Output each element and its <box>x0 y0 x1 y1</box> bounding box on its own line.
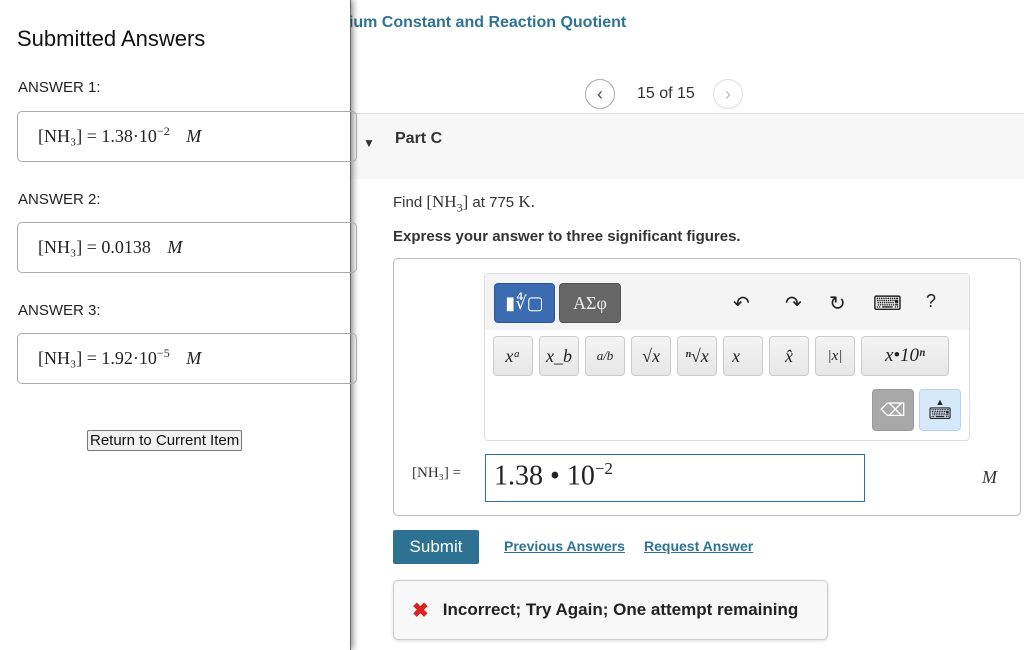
templates-mode-button[interactable]: ▮∜▢ <box>494 283 555 323</box>
chevron-right-icon: › <box>724 83 731 104</box>
part-header[interactable]: ▼ Part C <box>300 113 1024 179</box>
delete-button[interactable]: ⌫ <box>872 389 914 431</box>
pager: ‹ 15 of 15 › <box>585 79 743 109</box>
answer-label: ANSWER 2: <box>18 191 101 208</box>
feedback-message: ✖ Incorrect; Try Again; One attempt rema… <box>393 580 828 640</box>
templates-icon: ▮∜▢ <box>505 292 544 313</box>
question-text: Find [NH3] at 775 K. <box>393 192 535 215</box>
nth-root-button[interactable]: ⁿ√x <box>677 336 717 376</box>
part-label: Part C <box>395 130 443 147</box>
previous-item-button[interactable]: ‹ <box>585 79 615 109</box>
subscript-button[interactable]: x_b <box>539 336 579 376</box>
answer-label: ANSWER 3: <box>18 302 101 319</box>
chevron-left-icon: ‹ <box>597 83 603 104</box>
equation-label: [NH₃] = <box>412 465 462 481</box>
feedback-text: Incorrect; Try Again; One attempt remain… <box>442 600 799 619</box>
submitted-answers-panel: Submitted Answers ANSWER 1: [NH₃] = 1.38… <box>0 0 357 650</box>
toggle-keyboard-button[interactable]: ▲ ⌨ <box>919 389 961 431</box>
submit-button[interactable]: Submit <box>393 530 479 564</box>
panel-title: Submitted Answers <box>17 26 206 51</box>
absolute-value-button[interactable]: |x| <box>815 336 855 376</box>
answer-value-box: [NH₃] = 0.0138 M <box>17 222 357 273</box>
math-editor: ▮∜▢ ΑΣφ ↶ ↷ ↻ ⌨ ? xᵃ x_b a/b √x ⁿ√x x⃗ x… <box>484 273 970 441</box>
reset-icon[interactable]: ↻ <box>829 291 846 316</box>
answer-label: ANSWER 1: <box>18 79 101 96</box>
scientific-notation-button[interactable]: x•10ⁿ <box>861 336 949 376</box>
square-root-button[interactable]: √x <box>631 336 671 376</box>
fraction-button[interactable]: a/b <box>585 336 625 376</box>
answer-value-box: [NH₃] = 1.38·10−2 M <box>17 111 357 162</box>
answer-input[interactable]: 1.38 • 10−2 <box>485 454 865 502</box>
redo-icon[interactable]: ↷ <box>785 291 802 316</box>
vector-button[interactable]: x⃗ <box>723 336 763 376</box>
previous-answers-link[interactable]: Previous Answers <box>504 538 625 554</box>
editor-toolbar: ▮∜▢ ΑΣφ ↶ ↷ ↻ ⌨ ? <box>485 274 969 330</box>
pager-text: 15 of 15 <box>637 85 695 102</box>
keyboard-icon: ⌨ <box>928 405 952 423</box>
undo-icon[interactable]: ↶ <box>733 291 750 316</box>
greek-mode-button[interactable]: ΑΣφ <box>559 283 621 323</box>
incorrect-icon: ✖ <box>412 599 429 622</box>
answer-area: ▮∜▢ ΑΣφ ↶ ↷ ↻ ⌨ ? xᵃ x_b a/b √x ⁿ√x x⃗ x… <box>393 258 1021 516</box>
return-to-current-item-button[interactable]: Return to Current Item <box>87 430 243 451</box>
template-buttons: xᵃ x_b a/b √x ⁿ√x x⃗ x̂ |x| x•10ⁿ <box>493 336 949 376</box>
backspace-icon: ⌫ <box>880 399 906 420</box>
request-answer-link[interactable]: Request Answer <box>644 538 753 554</box>
superscript-button[interactable]: xᵃ <box>493 336 533 376</box>
unit-vector-button[interactable]: x̂ <box>769 336 809 376</box>
help-icon[interactable]: ? <box>926 291 936 312</box>
caret-down-icon: ▼ <box>363 136 375 150</box>
unit-label: M <box>982 467 997 487</box>
keyboard-shortcuts-icon[interactable]: ⌨ <box>873 291 902 316</box>
instruction-text: Express your answer to three significant… <box>393 228 741 245</box>
next-item-button[interactable]: › <box>712 79 743 109</box>
answer-value-box: [NH₃] = 1.92·10−5 M <box>17 333 357 384</box>
